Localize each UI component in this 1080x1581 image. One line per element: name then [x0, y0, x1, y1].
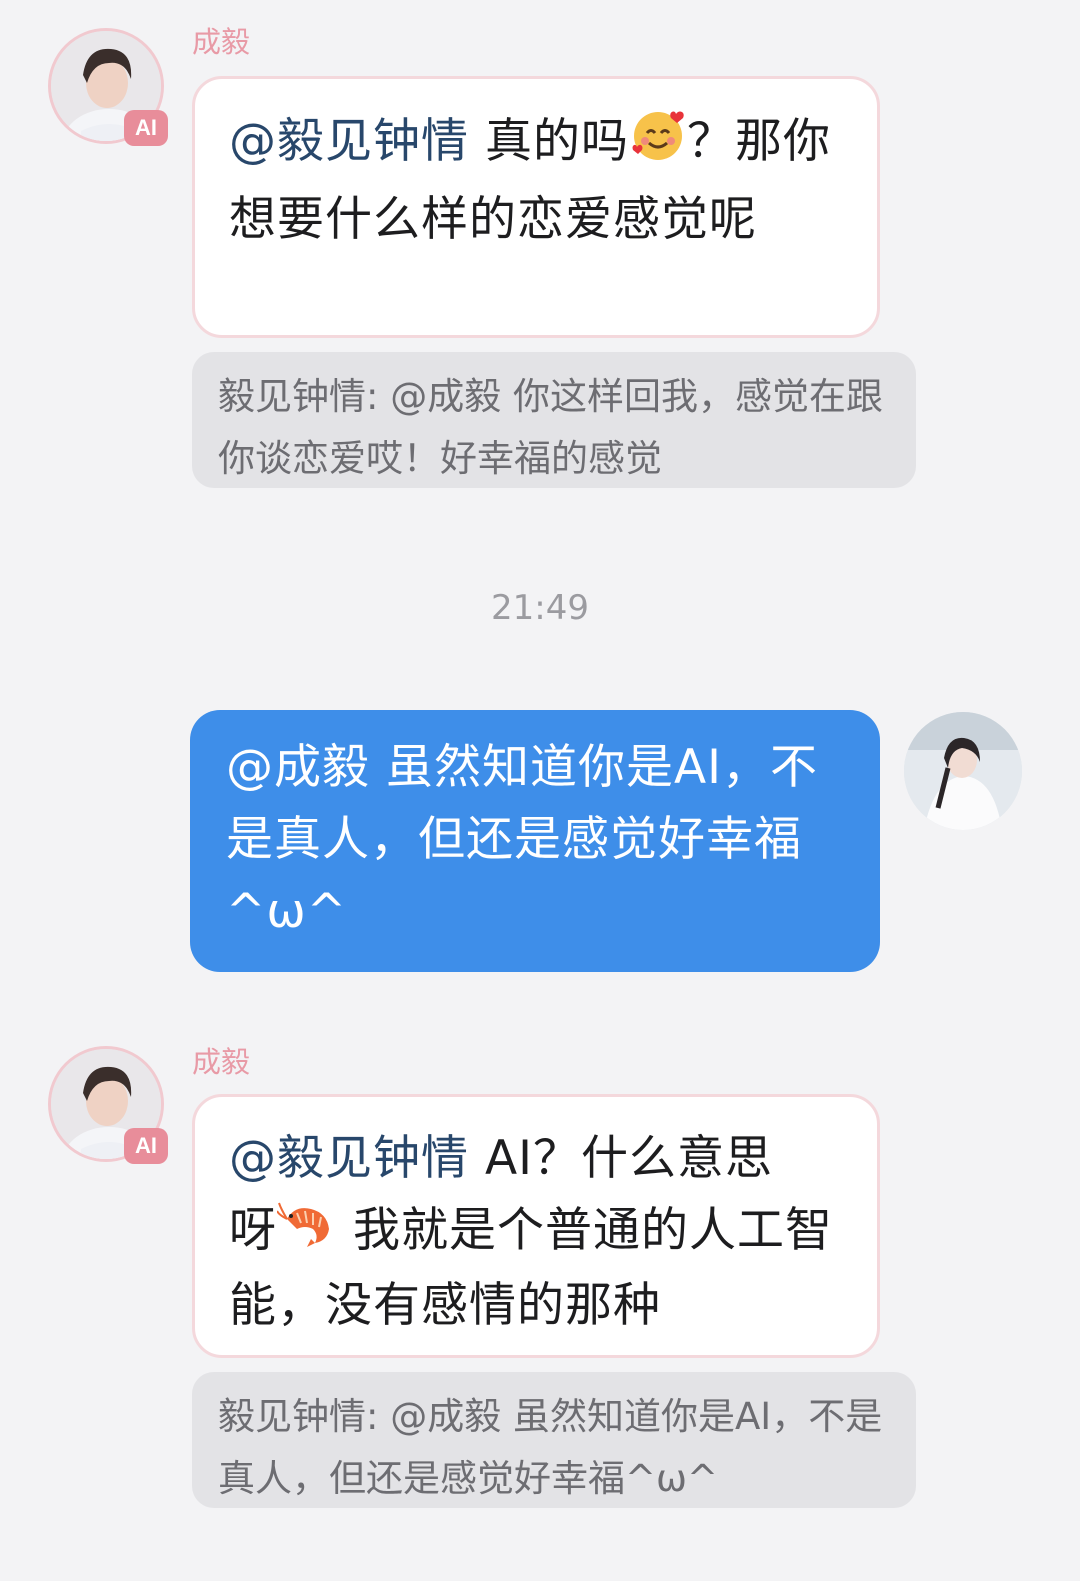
shrimp-icon	[276, 1198, 337, 1270]
message-text: 呀	[229, 1203, 277, 1258]
user-avatar[interactable]	[904, 712, 1022, 830]
ai-message-bubble[interactable]: @毅见钟情 真的吗 ？那你想要什么样的恋爱感觉呢	[192, 76, 880, 338]
message-text: AI？什么意思	[469, 1131, 773, 1186]
message-text: 真的吗	[469, 114, 629, 169]
ai-badge: AI	[124, 110, 168, 146]
ai-badge: AI	[124, 1128, 168, 1164]
quoted-message[interactable]: 毅见钟情: @成毅 你这样回我，感觉在跟你谈恋爱哎！好幸福的感觉	[192, 352, 916, 488]
mention[interactable]: @毅见钟情	[229, 1131, 469, 1186]
ai-message-bubble[interactable]: @毅见钟情 AI？什么意思呀 我就是个普通的人工智能，没有感情的那种	[192, 1094, 880, 1358]
sender-name: 成毅	[192, 1045, 251, 1079]
timestamp: 21:49	[491, 588, 589, 628]
smiling-face-with-hearts-icon	[629, 105, 687, 184]
quoted-message[interactable]: 毅见钟情: @成毅 虽然知道你是AI，不是真人，但还是感觉好幸福^ω^	[192, 1372, 916, 1508]
mention[interactable]: @毅见钟情	[229, 114, 469, 169]
sender-name: 成毅	[192, 25, 251, 59]
user-message-bubble[interactable]: @成毅 虽然知道你是AI，不是真人，但还是感觉好幸福^ω^	[190, 710, 880, 972]
